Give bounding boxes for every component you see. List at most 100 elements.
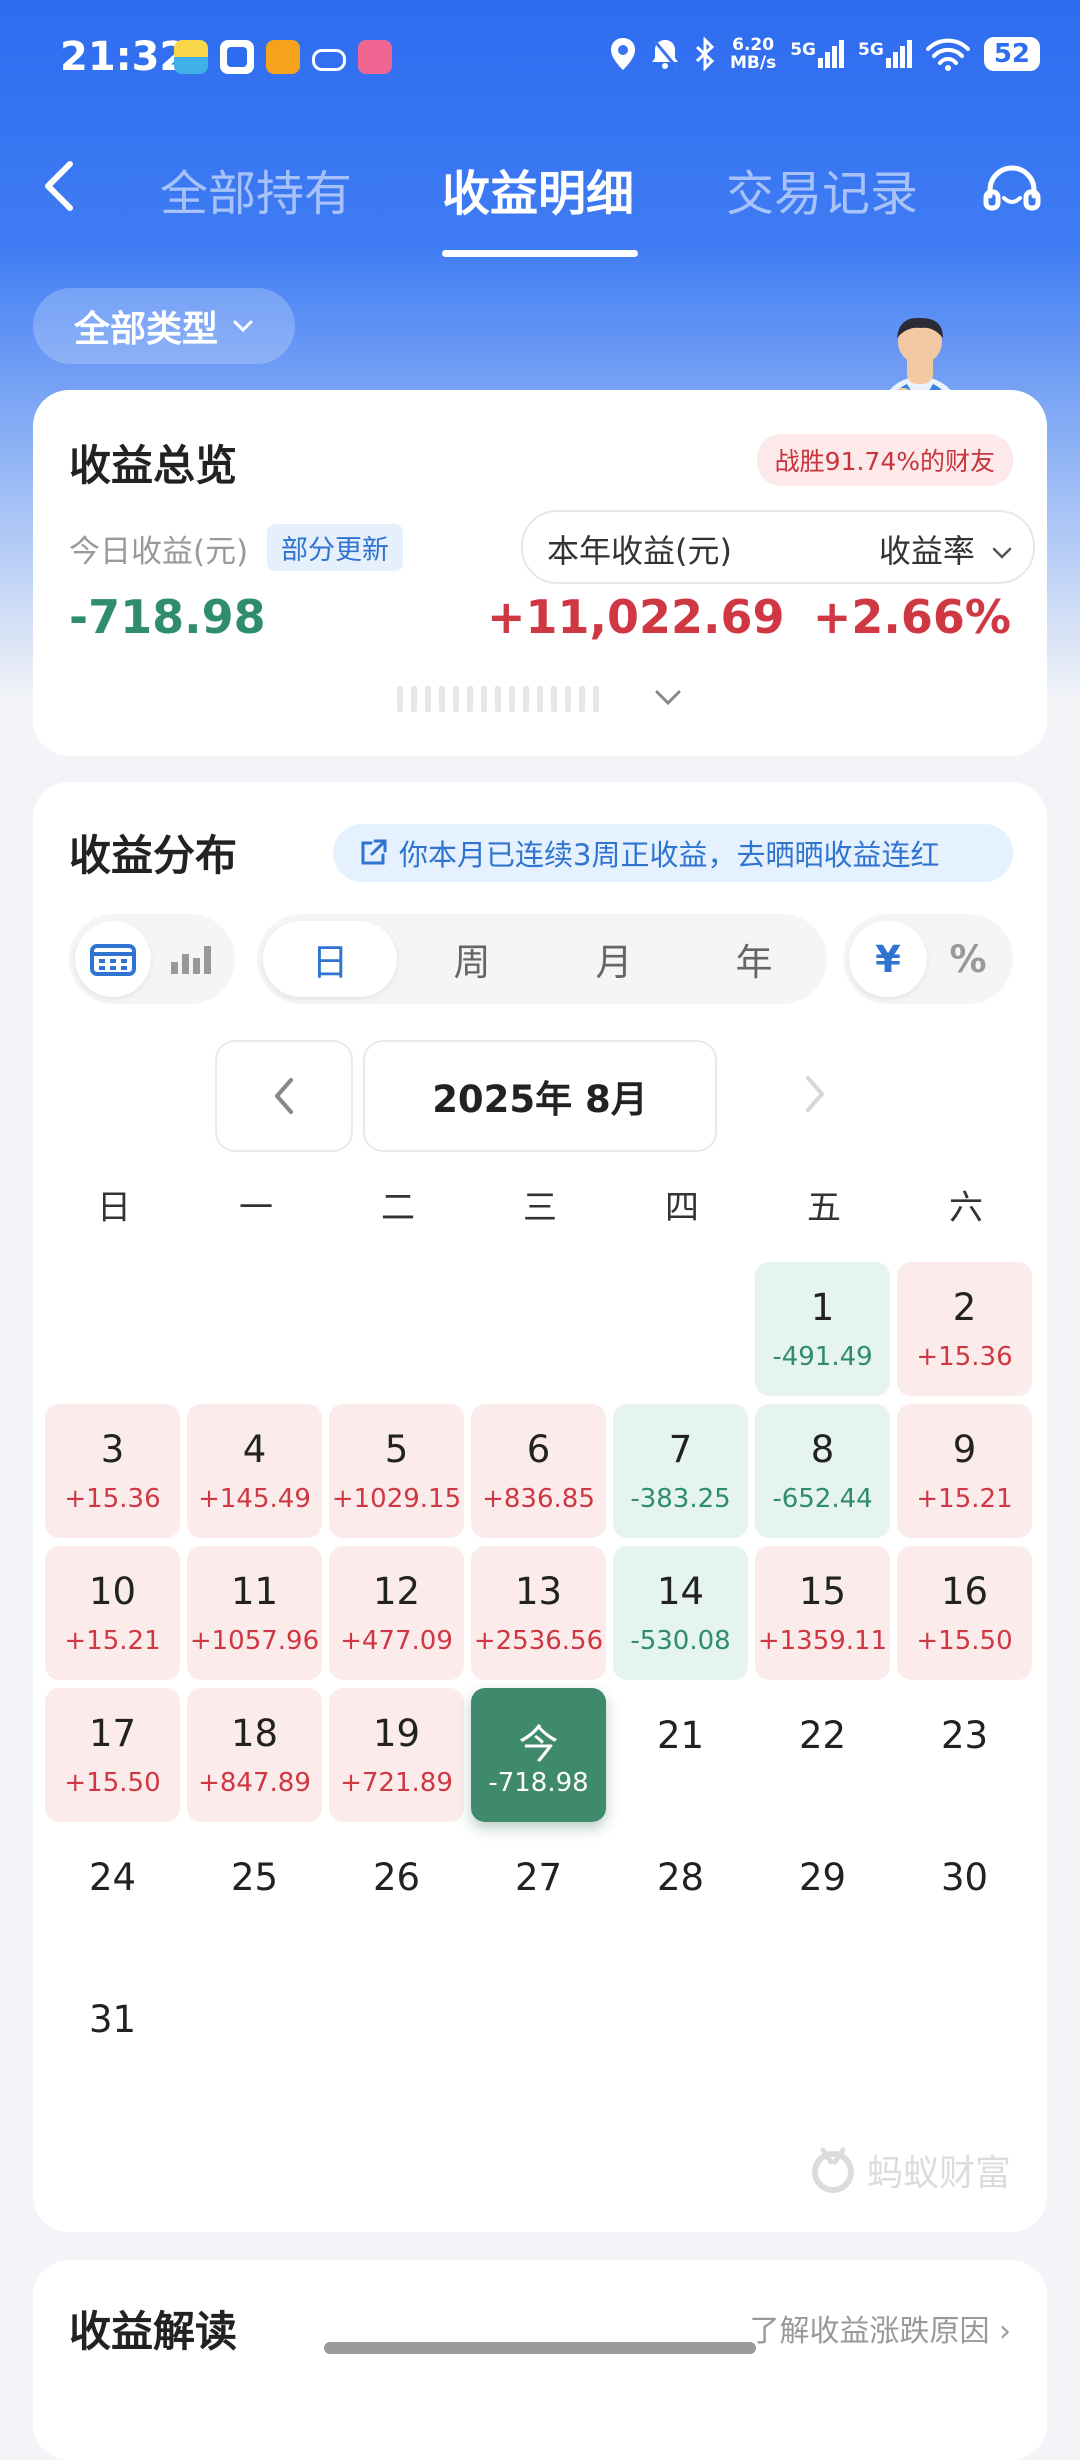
- calendar-day[interactable]: 17 +15.50: [45, 1688, 180, 1822]
- day-number: 28: [656, 1856, 705, 1899]
- day-number: 23: [940, 1714, 989, 1757]
- chevron-down-icon: [992, 547, 1012, 559]
- wallet-app-icon: [174, 40, 208, 74]
- weekday-label: 一: [239, 1188, 273, 1228]
- calendar-day: 29: [755, 1830, 890, 1964]
- rate-dropdown[interactable]: 收益率: [879, 526, 1013, 572]
- unit-percent[interactable]: %: [929, 921, 1007, 997]
- day-number: 6: [526, 1428, 551, 1471]
- calendar-day[interactable]: 2 +15.36: [897, 1262, 1032, 1396]
- chevron-down-icon: [233, 320, 253, 333]
- top-navigation: 全部持有 收益明细 交易记录: [0, 140, 1080, 260]
- tab-holdings[interactable]: 全部持有: [160, 154, 352, 224]
- period-month[interactable]: 月: [547, 921, 681, 997]
- type-filter-button[interactable]: 全部类型: [33, 288, 295, 364]
- month-navigator: 2025年 8月: [33, 1040, 1047, 1152]
- day-number: 12: [372, 1570, 421, 1613]
- calendar-day: 21: [613, 1688, 748, 1822]
- alipay-app-icon: [220, 40, 254, 74]
- share-streak-banner[interactable]: 你本月已连续3周正收益，去晒晒收益连红: [333, 824, 1013, 882]
- share-external-icon: [361, 839, 387, 865]
- unit-amount[interactable]: ¥: [849, 921, 927, 997]
- day-number: 18: [230, 1712, 279, 1755]
- day-income: +145.49: [198, 1484, 311, 1514]
- day-income: +1359.11: [757, 1626, 888, 1656]
- rate-label: 收益率: [878, 532, 975, 570]
- interpretation-link[interactable]: 了解收益涨跌原因 ›: [749, 2306, 1011, 2350]
- video-app-icon: [266, 40, 300, 74]
- partial-update-badge[interactable]: 部分更新: [267, 524, 403, 571]
- period-year[interactable]: 年: [687, 921, 821, 997]
- day-income: +1057.96: [189, 1626, 320, 1656]
- prev-month-button[interactable]: [215, 1040, 353, 1152]
- headset-icon: [983, 165, 1041, 211]
- calendar-day[interactable]: 10 +15.21: [45, 1546, 180, 1680]
- calendar-day[interactable]: 3 +15.36: [45, 1404, 180, 1538]
- calendar-day: 23: [897, 1688, 1032, 1822]
- bar-view-button[interactable]: [153, 921, 229, 997]
- year-rate-selector[interactable]: 本年收益(元) 收益率: [521, 510, 1035, 584]
- today-income-label: 今日收益(元): [69, 534, 249, 570]
- expand-more-icon[interactable]: [651, 684, 685, 710]
- status-right: 6.20 MB/s 5G 5G 52: [610, 36, 1040, 72]
- calendar-day[interactable]: 13 +2536.56: [471, 1546, 606, 1680]
- calendar-day[interactable]: 12 +477.09: [329, 1546, 464, 1680]
- calendar-view-button[interactable]: [75, 921, 151, 997]
- calendar-day: 26: [329, 1830, 464, 1964]
- day-income: +15.50: [916, 1626, 1013, 1656]
- return-rate-value: +2.66%: [812, 590, 1011, 644]
- period-day[interactable]: 日: [263, 921, 397, 997]
- day-number: 1: [810, 1286, 835, 1329]
- day-number: 3: [100, 1428, 125, 1471]
- calendar-day[interactable]: 4 +145.49: [187, 1404, 322, 1538]
- calendar-day[interactable]: 16 +15.50: [897, 1546, 1032, 1680]
- wifi-icon: [925, 38, 970, 71]
- calendar-day: 30: [897, 1830, 1032, 1964]
- calendar-day[interactable]: 18 +847.89: [187, 1688, 322, 1822]
- calendar-day[interactable]: 11 +1057.96: [187, 1546, 322, 1680]
- weekday-label: 四: [665, 1188, 699, 1228]
- today-income-value: -718.98: [69, 590, 266, 644]
- calendar-day[interactable]: 5 +1029.15: [329, 1404, 464, 1538]
- calendar-day[interactable]: 14 -530.08: [613, 1546, 748, 1680]
- calendar-day[interactable]: 6 +836.85: [471, 1404, 606, 1538]
- income-overview-card: 收益总览 战胜91.74%的财友 今日收益(元) 部分更新 本年收益(元) 收益…: [33, 390, 1047, 756]
- active-tab-indicator: [442, 250, 638, 257]
- ant-fortune-brand: 蚂蚁财富: [809, 2144, 1011, 2196]
- calendar-day[interactable]: 7 -383.25: [613, 1404, 748, 1538]
- location-icon: [611, 38, 636, 70]
- period-week[interactable]: 周: [405, 921, 539, 997]
- tab-income-detail[interactable]: 收益明细: [442, 154, 634, 224]
- notification-icons: [174, 40, 392, 74]
- next-month-button[interactable]: [748, 1040, 882, 1148]
- tab-transactions[interactable]: 交易记录: [726, 154, 918, 224]
- current-month-label[interactable]: 2025年 8月: [363, 1040, 717, 1152]
- calendar-day-today[interactable]: 今 -718.98: [471, 1688, 606, 1822]
- back-button[interactable]: [36, 156, 86, 216]
- day-income: +15.21: [64, 1626, 161, 1656]
- ant-fortune-logo-icon: [811, 2147, 854, 2193]
- calendar-day[interactable]: 19 +721.89: [329, 1688, 464, 1822]
- day-income: -491.49: [772, 1342, 873, 1372]
- income-distribution-card: 收益分布 你本月已连续3周正收益，去晒晒收益连红 日 周 月 年 ¥ % 202…: [33, 782, 1047, 2232]
- day-number: 29: [798, 1856, 847, 1899]
- home-indicator[interactable]: [324, 2342, 756, 2354]
- day-number: 24: [88, 1856, 137, 1899]
- day-income: +847.89: [198, 1768, 311, 1798]
- day-number: 30: [940, 1856, 989, 1899]
- calendar-day[interactable]: 15 +1359.11: [755, 1546, 890, 1680]
- customer-service-button[interactable]: [980, 160, 1044, 224]
- weekday-label: 三: [523, 1188, 557, 1228]
- year-income-value: +11,022.69: [487, 590, 785, 644]
- beat-percent-badge[interactable]: 战胜91.74%的财友: [756, 434, 1013, 486]
- calendar-day[interactable]: 1 -491.49: [755, 1262, 890, 1396]
- signal-1-icon: 5G: [790, 40, 845, 68]
- day-number: 今: [518, 1722, 559, 1768]
- unit-switch: ¥ %: [843, 914, 1013, 1004]
- calendar-day[interactable]: 9 +15.21: [897, 1404, 1032, 1538]
- calendar-day: 31: [45, 1972, 180, 2106]
- day-income: +477.09: [340, 1626, 453, 1656]
- network-speed: 6.20 MB/s: [730, 35, 777, 73]
- calendar-day[interactable]: 8 -652.44: [755, 1404, 890, 1538]
- overview-title: 收益总览: [69, 441, 238, 490]
